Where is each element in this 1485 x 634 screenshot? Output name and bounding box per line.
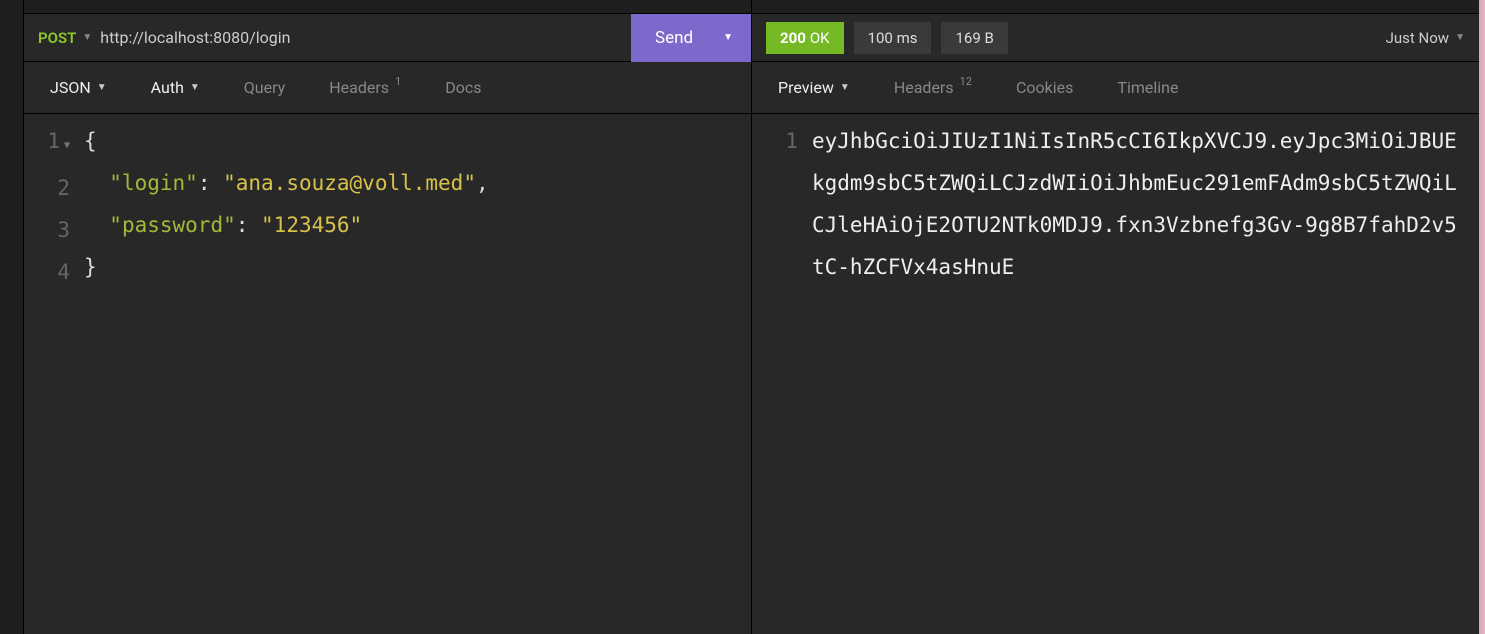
line-number-gutter: 1▼ 2 3 4 [24,120,84,634]
tab-headers-label: Headers [329,78,389,97]
tab-response-headers[interactable]: Headers 12 [872,62,994,113]
request-body-editor[interactable]: 1▼ 2 3 4 { "login": "ana.souza@voll.med"… [24,114,751,634]
tab-preview-label: Preview [778,78,834,97]
response-tabs: Preview ▼ Headers 12 Cookies Timeline [752,62,1479,114]
line-number-gutter: 1 [752,120,812,634]
topbar-right [752,0,1479,14]
response-body-viewer[interactable]: 1 eyJhbGciOiJIUzI1NiIsInR5cCI6IkpXVCJ9.e… [752,114,1479,634]
tab-query[interactable]: Query [222,62,307,113]
tab-cookies[interactable]: Cookies [994,62,1095,113]
response-status-bar: 200 OK 100 ms 169 B Just Now ▼ [752,14,1479,62]
window-left-gutter [0,0,24,634]
headers-count-badge: 1 [395,75,401,88]
response-body-text: eyJhbGciOiJIUzI1NiIsInR5cCI6IkpXVCJ9.eyJ… [812,120,1479,634]
tab-query-label: Query [244,78,285,97]
http-method-dropdown[interactable]: POST ▼ [38,29,92,47]
chevron-down-icon: ▼ [190,82,200,93]
tab-body[interactable]: JSON ▼ [28,62,129,113]
response-headers-count-badge: 12 [960,75,972,88]
tab-docs-label: Docs [445,78,481,97]
chevron-down-icon: ▼ [82,32,92,43]
response-timestamp: Just Now [1386,29,1449,47]
status-code-pill[interactable]: 200 OK [766,22,844,54]
response-panel: 200 OK 100 ms 169 B Just Now ▼ Preview ▼… [752,0,1479,634]
chevron-down-icon: ▼ [97,82,107,93]
tab-auth-label: Auth [151,78,184,97]
response-time-pill[interactable]: 100 ms [854,22,932,54]
status-code: 200 [780,29,806,47]
request-panel: POST ▼ http://localhost:8080/login Send … [24,0,752,634]
request-tabs: JSON ▼ Auth ▼ Query Headers 1 Docs [24,62,751,114]
code-area[interactable]: { "login": "ana.souza@voll.med", "passwo… [84,120,751,634]
tab-body-label: JSON [50,78,91,97]
status-text: OK [810,29,830,47]
response-size-pill[interactable]: 169 B [941,22,1007,54]
tab-cookies-label: Cookies [1016,78,1073,97]
chevron-down-icon[interactable]: ▼ [723,32,733,43]
chevron-down-icon: ▼ [1455,32,1465,43]
tab-timeline-label: Timeline [1117,78,1178,97]
tab-headers[interactable]: Headers 1 [307,62,423,113]
tab-auth[interactable]: Auth ▼ [129,62,222,113]
address-bar: POST ▼ http://localhost:8080/login Send … [24,14,751,62]
tab-timeline[interactable]: Timeline [1095,62,1200,113]
window-right-edge [1479,0,1485,634]
http-method-label: POST [38,29,76,47]
send-button-label: Send [655,28,693,48]
tab-preview[interactable]: Preview ▼ [756,62,872,113]
fold-icon[interactable]: ▼ [64,125,70,167]
url-input[interactable]: http://localhost:8080/login [100,28,623,47]
tab-response-headers-label: Headers [894,78,954,97]
topbar-left [24,0,751,14]
tab-docs[interactable]: Docs [423,62,503,113]
chevron-down-icon: ▼ [840,82,850,93]
response-timestamp-dropdown[interactable]: Just Now ▼ [1386,29,1465,47]
send-button[interactable]: Send ▼ [631,14,751,62]
